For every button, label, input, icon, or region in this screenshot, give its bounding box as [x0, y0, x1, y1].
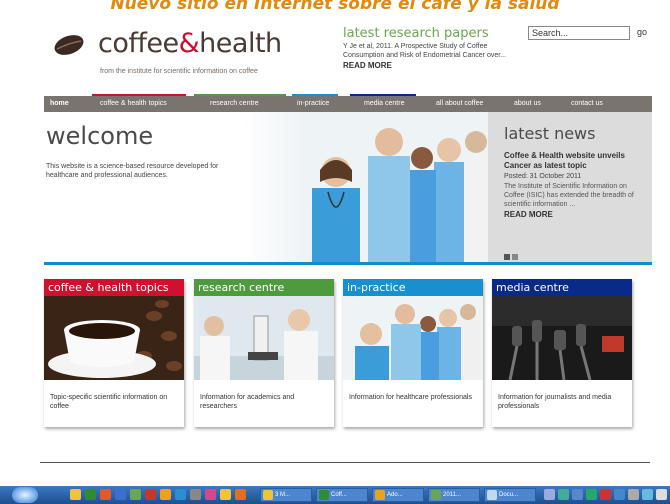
- research-summary: Y Je et al, 2011. A Prospective Study of…: [343, 43, 507, 59]
- nav-item-about-us[interactable]: about us: [514, 96, 541, 112]
- app-icon[interactable]: [130, 489, 141, 500]
- card-description: Information for journalists and media pr…: [498, 394, 612, 410]
- network-icon[interactable]: [642, 489, 653, 500]
- nav-item-in-practice[interactable]: in-practice: [297, 96, 329, 112]
- welcome-heading: welcome: [46, 122, 154, 150]
- news-date: Posted: 31 October 2011: [504, 173, 582, 180]
- pdf-icon: [375, 490, 385, 500]
- page: Nuevo sitio en Internet sobre el café y …: [0, 0, 670, 504]
- app-icon[interactable]: [175, 489, 186, 500]
- taskbar-button-adobe[interactable]: Ado...: [372, 488, 424, 502]
- windows-taskbar: 3 M... Coff... Ado... 2011... Docu...: [0, 486, 670, 504]
- taskbar-button-label: 2011...: [443, 492, 461, 498]
- taskbar-button-label: Ado...: [387, 492, 403, 498]
- footer-divider: [40, 462, 650, 463]
- hero-divider: [44, 262, 652, 265]
- card-description: Information for healthcare professionals: [349, 394, 472, 401]
- app-icon[interactable]: [190, 489, 201, 500]
- taskbar-button-browser[interactable]: Coff...: [316, 488, 368, 502]
- tray-icon[interactable]: [544, 489, 555, 500]
- folder-icon: [487, 490, 497, 500]
- nav-item-media-centre[interactable]: media centre: [364, 96, 404, 112]
- card-title[interactable]: media centre: [492, 279, 632, 296]
- card-title[interactable]: in-practice: [343, 279, 483, 296]
- coffee-cup-photo: [44, 296, 184, 380]
- taskbar-button-label: Docu...: [499, 492, 519, 498]
- medical-team-photo: [343, 296, 483, 380]
- app-icon[interactable]: [220, 489, 231, 500]
- news-title[interactable]: Coffee & Health website unveils Cancer a…: [504, 151, 636, 171]
- news-pager: [504, 254, 518, 260]
- laboratory-photo: [194, 296, 334, 380]
- main-nav: home coffee & health topics research cen…: [44, 94, 652, 112]
- card-research-centre[interactable]: research centre Information for academic…: [194, 279, 334, 427]
- tray-icon[interactable]: [600, 489, 611, 500]
- card-media-centre[interactable]: media centre Information for journalists…: [492, 279, 632, 427]
- welcome-description: This website is a science-based resource…: [46, 163, 219, 179]
- banner-title: Nuevo sitio en Internet sobre el café y …: [110, 0, 560, 12]
- app-icon[interactable]: [85, 489, 96, 500]
- nav-item-research-centre[interactable]: research centre: [210, 96, 259, 112]
- search-go-button[interactable]: go: [637, 27, 647, 37]
- document-icon: [431, 490, 441, 500]
- tray-icon[interactable]: [614, 489, 625, 500]
- card-description: Information for academics and researcher…: [200, 394, 295, 410]
- card-title[interactable]: coffee & health topics: [44, 279, 184, 296]
- logo-word-coffee: coffee: [98, 28, 179, 59]
- news-body: The Institute of Scientific Information …: [504, 183, 634, 208]
- healthcare-professionals-photo: [244, 112, 488, 262]
- taskbar-button-mail[interactable]: 3 M...: [260, 488, 312, 502]
- clock-icon[interactable]: [656, 489, 667, 500]
- news-read-more-link[interactable]: READ MORE: [504, 210, 636, 219]
- latest-research-papers: latest research papers Y Je et al, 2011.…: [343, 26, 513, 70]
- folder-icon[interactable]: [70, 489, 81, 500]
- card-description: Topic-specific scientific information on…: [50, 394, 168, 410]
- tray-icon[interactable]: [586, 489, 597, 500]
- mail-icon: [263, 490, 273, 500]
- nav-item-all-about-coffee[interactable]: all about coffee: [436, 96, 483, 112]
- latest-news-heading: latest news: [504, 124, 596, 143]
- app-icon[interactable]: [235, 489, 246, 500]
- logo-word-health: health: [199, 28, 282, 59]
- card-coffee-health-topics[interactable]: coffee & health topics Topic-specific sc…: [44, 279, 184, 427]
- search-input[interactable]: Search...: [528, 26, 630, 40]
- start-button[interactable]: [12, 487, 38, 503]
- site-logo[interactable]: coffee&health from the institute for sci…: [52, 28, 302, 80]
- app-icon[interactable]: [205, 489, 216, 500]
- browser-icon: [319, 490, 329, 500]
- taskbar-button-label: 3 M...: [275, 492, 291, 498]
- coffee-bean-icon: [54, 35, 84, 55]
- taskbar-button-documents[interactable]: Docu...: [484, 488, 536, 502]
- research-read-more-label: READ MORE: [343, 61, 392, 70]
- ie-icon[interactable]: [115, 489, 126, 500]
- tray-icon[interactable]: [558, 489, 569, 500]
- news-pager-dot-2[interactable]: [512, 254, 518, 260]
- logo-tagline: from the institute for scientific inform…: [100, 68, 258, 75]
- news-pager-dot-1[interactable]: [504, 254, 510, 260]
- press-microphones-photo: [492, 296, 632, 381]
- nav-item-contact-us[interactable]: contact us: [571, 96, 603, 112]
- logo-wordmark: coffee&health: [98, 28, 282, 59]
- research-read-more-link[interactable]: READ MORE: [343, 61, 513, 70]
- app-icon[interactable]: [160, 489, 171, 500]
- taskbar-button-2011[interactable]: 2011...: [428, 488, 480, 502]
- app-icon[interactable]: [145, 489, 156, 500]
- nav-item-coffee-health-topics[interactable]: coffee & health topics: [100, 96, 167, 112]
- logo-ampersand: &: [178, 28, 200, 59]
- card-in-practice[interactable]: in-practice Information for healthcare p…: [343, 279, 483, 427]
- nav-item-home[interactable]: home: [50, 96, 69, 112]
- firefox-icon[interactable]: [100, 489, 111, 500]
- hero-banner: welcome This website is a science-based …: [44, 112, 652, 262]
- tray-icon[interactable]: [572, 489, 583, 500]
- volume-icon[interactable]: [628, 489, 639, 500]
- research-heading: latest research papers: [343, 26, 489, 41]
- latest-news-panel: latest news Coffee & Health website unve…: [488, 112, 652, 262]
- card-title[interactable]: research centre: [194, 279, 334, 296]
- taskbar-button-label: Coff...: [331, 492, 347, 498]
